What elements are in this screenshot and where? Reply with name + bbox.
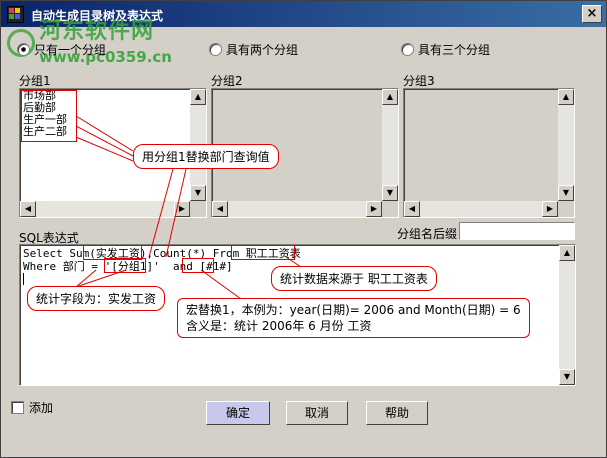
app-icon [7, 6, 24, 23]
suffix-label: 分组名后缀 [397, 227, 458, 241]
scroll-up-icon[interactable]: ▲ [558, 89, 574, 105]
group1-highlight [21, 90, 77, 142]
scroll-up-icon[interactable]: ▲ [382, 89, 398, 105]
radio-three-groups[interactable]: 具有三个分组 [401, 41, 490, 58]
scroll-down-icon[interactable]: ▼ [190, 185, 206, 201]
radio-icon [17, 43, 30, 56]
radio-icon [209, 43, 222, 56]
text-caret [23, 273, 24, 285]
scroll-down-icon[interactable]: ▼ [382, 185, 398, 201]
add-checkbox-label: 添加 [29, 401, 54, 415]
scroll-left-icon[interactable]: ◀ [212, 201, 228, 217]
scroll-right-icon[interactable]: ▶ [542, 201, 558, 217]
help-button[interactable]: 帮助 [366, 401, 428, 425]
radio-label: 具有两个分组 [226, 43, 299, 57]
suffix-input[interactable] [459, 222, 575, 240]
vertical-scrollbar[interactable]: ▲ ▼ [559, 245, 575, 385]
callout-source: 统计数据来源于 职工工资表 [271, 266, 437, 291]
radio-label: 只有一个分组 [34, 43, 107, 57]
add-checkbox[interactable] [11, 401, 24, 414]
scroll-left-icon[interactable]: ◀ [404, 201, 420, 217]
vertical-scrollbar[interactable]: ▲ ▼ [382, 89, 398, 201]
group1-label: 分组1 [19, 74, 51, 88]
radio-icon [401, 43, 414, 56]
scroll-down-icon[interactable]: ▼ [558, 185, 574, 201]
horizontal-scrollbar[interactable]: ◀ ▶ [404, 201, 558, 217]
table-highlight [231, 245, 295, 260]
close-button[interactable]: × [582, 5, 602, 23]
group-placeholder-highlight [104, 258, 146, 273]
scroll-up-icon[interactable]: ▲ [559, 245, 575, 261]
group3-label: 分组3 [403, 74, 435, 88]
scroll-right-icon[interactable]: ▶ [174, 201, 190, 217]
radio-label: 具有三个分组 [418, 43, 491, 57]
scroll-down-icon[interactable]: ▼ [559, 369, 575, 385]
scroll-left-icon[interactable]: ◀ [20, 201, 36, 217]
callout-macro-line2: 含义是：统计 2006年 6 月份 工资 [186, 319, 372, 333]
callout-macro: 宏替换1，本例为：year(日期)= 2006 and Month(日期) = … [177, 298, 530, 338]
group3-listbox[interactable]: ▲ ▼ ◀ ▶ [403, 88, 575, 218]
dialog-window: 自动生成目录树及表达式 × 河东软件网 www.pc0359.cn 只有一个分组… [0, 0, 607, 458]
radio-two-groups[interactable]: 具有两个分组 [209, 41, 298, 58]
horizontal-scrollbar[interactable]: ◀ ▶ [212, 201, 382, 217]
callout-field: 统计字段为：实发工资 [27, 286, 166, 311]
callout-group-query: 用分组1替换部门查询值 [133, 144, 279, 169]
scroll-right-icon[interactable]: ▶ [366, 201, 382, 217]
scroll-up-icon[interactable]: ▲ [190, 89, 206, 105]
callout-macro-line1: 宏替换1，本例为：year(日期)= 2006 and Month(日期) = … [186, 303, 521, 317]
group2-label: 分组2 [211, 74, 243, 88]
cancel-button[interactable]: 取消 [286, 401, 348, 425]
macro-highlight [182, 258, 214, 273]
vertical-scrollbar[interactable]: ▲ ▼ [558, 89, 574, 201]
horizontal-scrollbar[interactable]: ◀ ▶ [20, 201, 190, 217]
radio-one-group[interactable]: 只有一个分组 [17, 41, 106, 58]
ok-button[interactable]: 确定 [206, 401, 270, 425]
